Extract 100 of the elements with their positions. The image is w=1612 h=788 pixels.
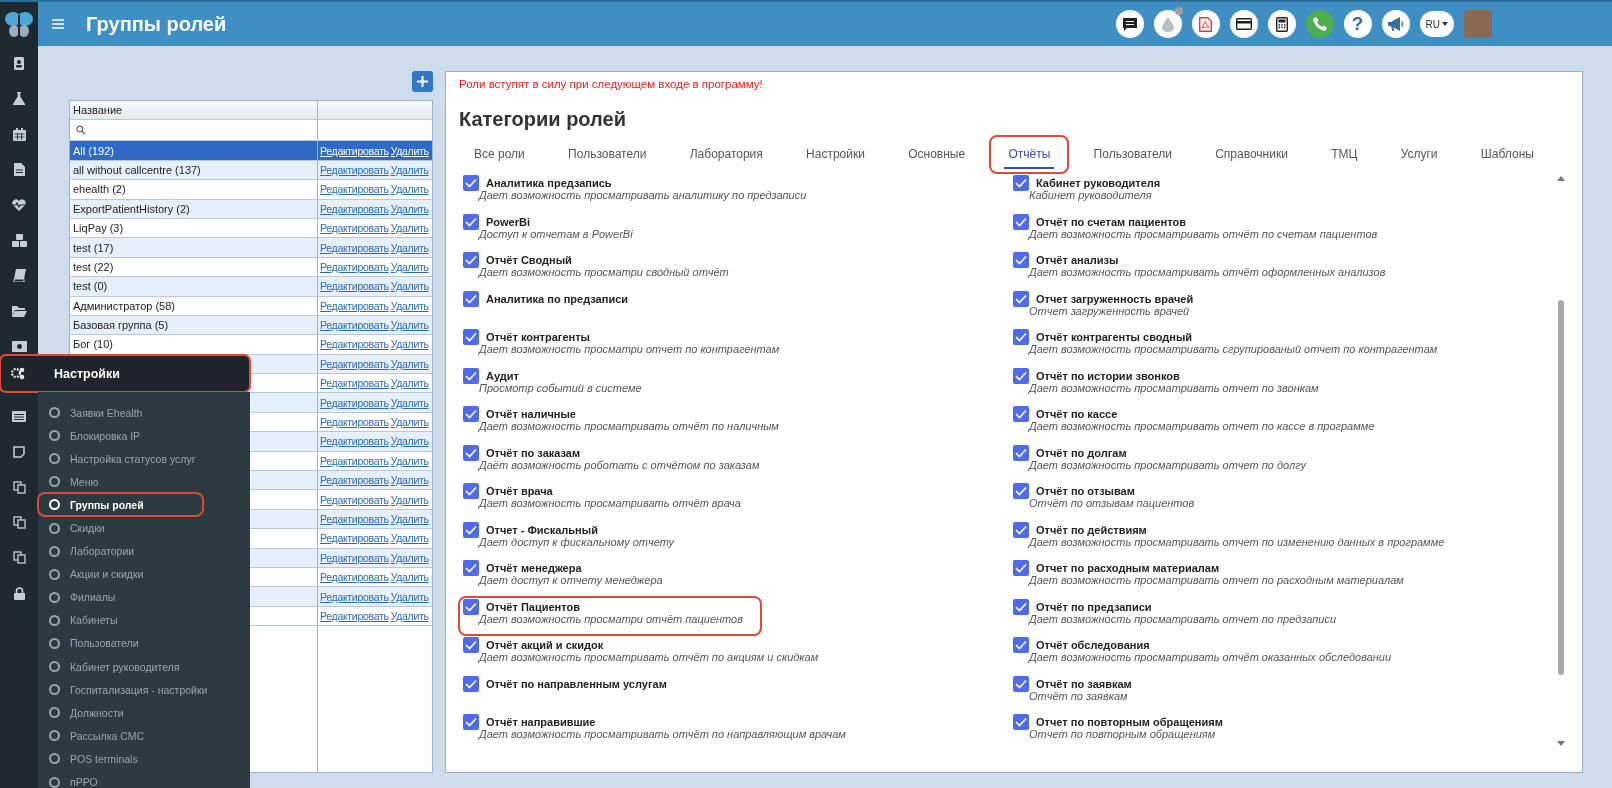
- checkbox[interactable]: [463, 483, 479, 499]
- copy-icon[interactable]: [12, 551, 26, 565]
- edit-link[interactable]: Редактировать: [320, 377, 389, 390]
- checkbox[interactable]: [1013, 483, 1029, 499]
- checkbox[interactable]: [1013, 406, 1029, 422]
- tab[interactable]: Пользователи: [550, 136, 665, 173]
- calculator-button[interactable]: [1267, 10, 1296, 38]
- checkbox[interactable]: [463, 675, 479, 692]
- delete-link[interactable]: Удалить: [390, 338, 429, 351]
- submenu-item[interactable]: Кабинет руководителя: [38, 655, 203, 679]
- edit-link[interactable]: Редактировать: [320, 338, 389, 351]
- checkbox[interactable]: [463, 560, 479, 576]
- delete-link[interactable]: Удалить: [390, 474, 429, 487]
- edit-link[interactable]: Редактировать: [320, 183, 389, 196]
- delete-link[interactable]: Удалить: [390, 532, 429, 545]
- delete-link[interactable]: Удалить: [390, 513, 429, 525]
- delete-link[interactable]: Удалить: [390, 590, 429, 603]
- checkbox[interactable]: [463, 637, 479, 653]
- checkbox[interactable]: [1013, 329, 1029, 345]
- edit-link[interactable]: Редактировать: [320, 280, 389, 293]
- edit-link[interactable]: Редактировать: [320, 163, 389, 176]
- folder-icon[interactable]: [11, 304, 27, 317]
- add-button[interactable]: [412, 71, 433, 92]
- edit-link[interactable]: Редактировать: [320, 590, 389, 603]
- table-row[interactable]: Администратор (58) Редактировать Удалить: [70, 296, 432, 316]
- checkbox[interactable]: [463, 714, 479, 730]
- flask-icon[interactable]: [13, 92, 25, 106]
- scrollbar[interactable]: [1556, 176, 1566, 746]
- chat-button[interactable]: [1115, 10, 1144, 38]
- checkbox[interactable]: [1013, 252, 1029, 268]
- edit-link[interactable]: Редактировать: [320, 609, 389, 622]
- edit-link[interactable]: Редактировать: [320, 222, 389, 235]
- checkbox[interactable]: [1013, 367, 1029, 384]
- edit-link[interactable]: Редактировать: [320, 319, 389, 332]
- submenu-item[interactable]: Рассылка СМС: [38, 724, 203, 748]
- checkbox[interactable]: [1013, 213, 1029, 230]
- pdf-button[interactable]: [1191, 10, 1220, 38]
- copy-icon[interactable]: [12, 480, 26, 494]
- submenu-item[interactable]: POS terminals: [38, 747, 203, 771]
- tab[interactable]: ТМЦ: [1313, 136, 1376, 173]
- document-icon[interactable]: [13, 163, 25, 177]
- edit-link[interactable]: Редактировать: [320, 396, 389, 409]
- checkbox[interactable]: [463, 367, 479, 384]
- table-row[interactable]: all without callcentre (137) Редактировать Удалить: [70, 160, 432, 181]
- delete-link[interactable]: Удалить: [390, 609, 429, 622]
- checkbox[interactable]: [1013, 637, 1029, 653]
- checkbox[interactable]: [463, 213, 479, 230]
- phone-button[interactable]: [1305, 10, 1334, 38]
- tab[interactable]: Справочники: [1197, 136, 1306, 173]
- delete-link[interactable]: Удалить: [390, 551, 429, 564]
- tab[interactable]: Лаборатория: [671, 136, 781, 173]
- delete-link[interactable]: Удалить: [390, 454, 429, 467]
- list-icon[interactable]: [12, 411, 26, 423]
- checkbox[interactable]: [463, 521, 479, 538]
- table-row[interactable]: ehealth (2) Редактировать Удалить: [70, 180, 432, 200]
- checkbox[interactable]: [463, 598, 479, 615]
- card-button[interactable]: [1229, 10, 1258, 38]
- delete-link[interactable]: Удалить: [390, 377, 429, 390]
- scroll-down-icon[interactable]: [1557, 741, 1565, 746]
- tab[interactable]: Пользователи: [1075, 136, 1190, 173]
- tab[interactable]: Шаблоны: [1462, 136, 1552, 173]
- book-icon[interactable]: [12, 268, 26, 282]
- edit-link[interactable]: Редактировать: [320, 299, 389, 312]
- lock-icon[interactable]: [13, 586, 25, 600]
- edit-link[interactable]: Редактировать: [320, 144, 389, 157]
- menu-icon[interactable]: [52, 19, 64, 29]
- submenu-item[interactable]: пРРО: [38, 770, 203, 788]
- checkbox[interactable]: [1013, 175, 1029, 191]
- checkbox[interactable]: [1013, 290, 1029, 307]
- scroll-up-icon[interactable]: [1557, 176, 1565, 181]
- delete-link[interactable]: Удалить: [390, 183, 429, 196]
- checkbox[interactable]: [1013, 521, 1029, 538]
- delete-link[interactable]: Удалить: [390, 493, 429, 506]
- table-row[interactable]: ExportPatientHistory (2) Редактировать Удалить: [70, 199, 432, 219]
- checkbox[interactable]: [1013, 444, 1029, 461]
- checkbox[interactable]: [463, 329, 479, 345]
- submenu-item[interactable]: Должности: [38, 701, 203, 725]
- checkbox[interactable]: [463, 175, 479, 191]
- note-icon[interactable]: [13, 445, 25, 458]
- delete-link[interactable]: Удалить: [390, 222, 429, 235]
- delete-link[interactable]: Удалить: [390, 202, 429, 215]
- edit-link[interactable]: Редактировать: [320, 357, 389, 370]
- table-row[interactable]: test (17) Редактировать Удалить: [70, 238, 432, 258]
- edit-link[interactable]: Редактировать: [320, 551, 389, 564]
- delete-link[interactable]: Удалить: [390, 260, 429, 273]
- table-row[interactable]: All (192) Редактировать Удалить: [70, 141, 432, 161]
- edit-link[interactable]: Редактировать: [320, 454, 389, 467]
- copy-icon[interactable]: [12, 516, 26, 529]
- checkbox[interactable]: [463, 444, 479, 461]
- delete-link[interactable]: Удалить: [390, 435, 429, 448]
- announcement-button[interactable]: [1381, 10, 1410, 38]
- checkbox[interactable]: [463, 252, 479, 268]
- tab[interactable]: Услуги: [1382, 136, 1456, 173]
- calendar-icon[interactable]: [12, 127, 26, 141]
- delete-link[interactable]: Удалить: [390, 319, 429, 332]
- checkbox[interactable]: [1013, 598, 1029, 615]
- submenu-item[interactable]: Пользователи: [38, 631, 203, 656]
- delete-link[interactable]: Удалить: [390, 241, 429, 254]
- drop-button[interactable]: [1153, 10, 1182, 38]
- edit-link[interactable]: Редактировать: [320, 241, 389, 254]
